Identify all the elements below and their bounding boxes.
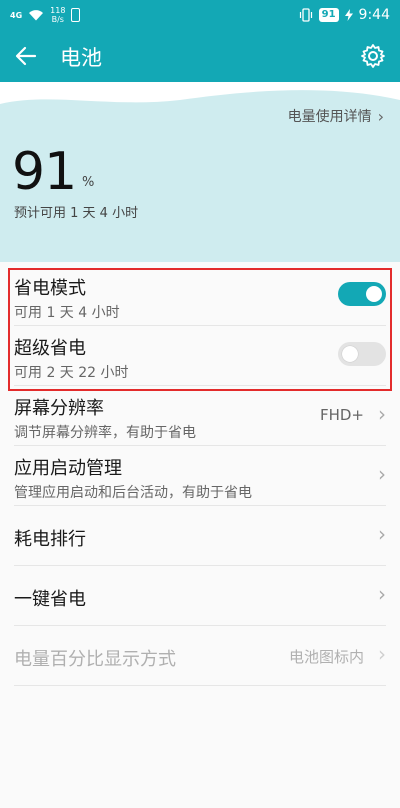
speed-value: 118 xyxy=(50,6,66,15)
wifi-icon xyxy=(29,10,44,21)
resolution-value: FHD+ xyxy=(319,406,364,424)
battery-saver-icon xyxy=(71,8,81,22)
clock: 9:44 xyxy=(358,7,390,23)
power-saving-mode-row[interactable]: 省电模式 可用 1 天 4 小时 xyxy=(14,266,386,326)
usage-details-link[interactable]: 电量使用详情 › xyxy=(288,106,384,126)
chevron-right-icon: › xyxy=(378,462,386,486)
back-arrow-icon[interactable] xyxy=(14,44,38,68)
ultra-power-saving-toggle[interactable] xyxy=(338,342,386,366)
battery-hero: 电量使用详情 › 91 % 预计可用 1 天 4 小时 xyxy=(0,82,400,262)
signal-indicator: 4G xyxy=(10,10,23,20)
network-speed: 118 B/s xyxy=(50,6,65,24)
row-label: 电量百分比显示方式 xyxy=(14,649,176,670)
row-label: 屏幕分辨率 xyxy=(14,398,104,419)
one-tap-optimize-row[interactable]: 一键省电 › xyxy=(14,566,386,626)
toggle-knob xyxy=(366,286,382,302)
chevron-right-icon: › xyxy=(378,402,386,426)
screen-resolution-row[interactable]: 屏幕分辨率 调节屏幕分辨率，有助于省电 FHD+ › xyxy=(14,386,386,446)
gear-icon[interactable] xyxy=(360,43,386,69)
battery-percentage: 91 xyxy=(12,142,77,202)
vibrate-icon xyxy=(299,8,312,22)
battery-estimate: 预计可用 1 天 4 小时 xyxy=(14,206,139,221)
row-sublabel: 可用 1 天 4 小时 xyxy=(14,305,120,321)
row-sublabel: 管理应用启动和后台活动，有助于省电 xyxy=(14,485,252,501)
chevron-right-icon: › xyxy=(378,582,386,606)
row-sublabel: 可用 2 天 22 小时 xyxy=(14,365,129,381)
row-label: 应用启动管理 xyxy=(14,458,122,479)
chevron-right-icon: › xyxy=(377,106,384,126)
chevron-right-icon: › xyxy=(378,522,386,546)
app-launch-row[interactable]: 应用启动管理 管理应用启动和后台活动，有助于省电 › xyxy=(14,446,386,506)
chevron-right-icon: › xyxy=(378,642,386,666)
page-title: 电池 xyxy=(60,46,102,70)
settings-list: 省电模式 可用 1 天 4 小时 超级省电 可用 2 天 22 小时 屏幕分辨率… xyxy=(0,266,400,686)
usage-details-label: 电量使用详情 xyxy=(287,109,372,125)
power-saving-toggle[interactable] xyxy=(338,282,386,306)
battery-level-badge: 91 xyxy=(318,8,339,22)
row-label: 省电模式 xyxy=(14,278,86,299)
percent-unit: % xyxy=(82,175,95,190)
toggle-knob xyxy=(342,346,358,362)
display-mode-value: 电池图标内 xyxy=(288,648,364,666)
row-label: 一键省电 xyxy=(14,589,86,610)
status-bar: 4G 118 B/s 91 9:44 xyxy=(0,0,400,30)
charging-icon xyxy=(344,9,353,21)
speed-unit: B/s xyxy=(51,15,64,24)
battery-percentage-display-row: 电量百分比显示方式 电池图标内 › xyxy=(14,626,386,686)
ultra-power-saving-row[interactable]: 超级省电 可用 2 天 22 小时 xyxy=(14,326,386,386)
row-label: 超级省电 xyxy=(14,338,86,359)
power-ranking-row[interactable]: 耗电排行 › xyxy=(14,506,386,566)
row-label: 耗电排行 xyxy=(14,529,86,550)
row-sublabel: 调节屏幕分辨率，有助于省电 xyxy=(14,425,196,441)
app-bar: 电池 xyxy=(0,30,400,82)
